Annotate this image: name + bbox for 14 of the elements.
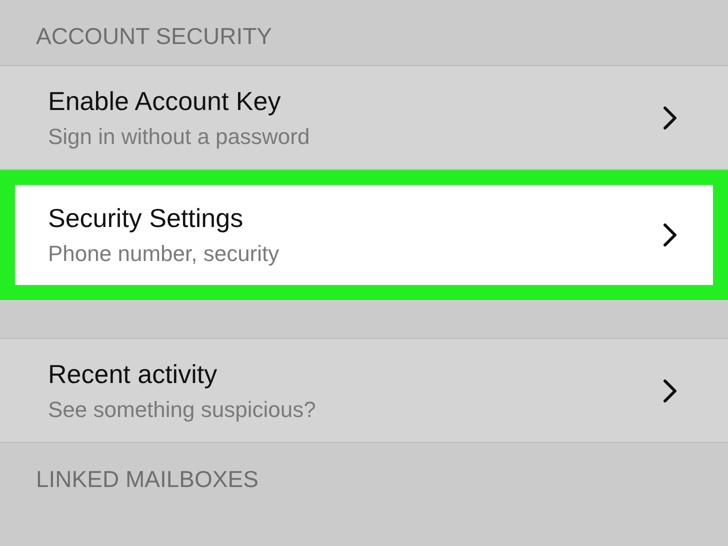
settings-row[interactable]: Enable Account Key Sign in without a password [0,65,728,170]
row-subtitle: Sign in without a password [48,122,310,150]
row-title: Enable Account Key [48,84,282,116]
chevron-icon [662,378,678,404]
chevron-icon [662,222,678,248]
row-title: Recent activity [48,358,218,390]
row-subtitle: Phone number, security [48,240,280,268]
settings-row[interactable]: Recent activity See something suspicious? [0,338,728,443]
row-title: Security Settings [48,202,244,234]
settings-row[interactable]: Security Settings Phone number, security [0,170,728,300]
chevron-icon [662,104,678,130]
section-header: LINKED MAILBOXES [36,464,258,494]
section-header: ACCOUNT SECURITY [36,22,272,50]
row-subtitle: See something suspicious? [48,396,316,424]
